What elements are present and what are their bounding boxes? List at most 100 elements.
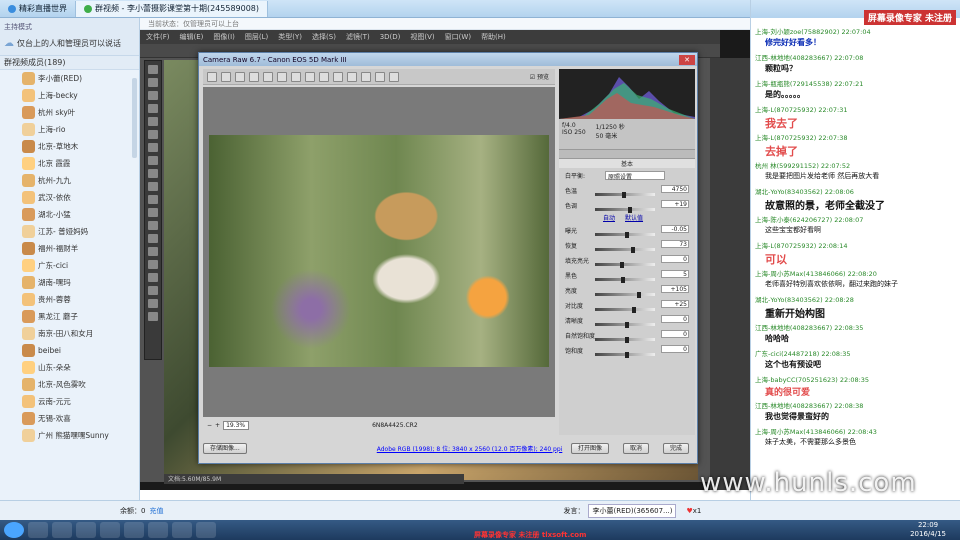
default-link[interactable]: 默认值 <box>625 213 643 223</box>
ps-menu-item[interactable]: 编辑(E) <box>180 32 204 42</box>
workflow-options-link[interactable]: Adobe RGB (1998); 8 位; 3840 x 2560 (12.0… <box>377 444 563 453</box>
done-button[interactable]: 完成 <box>662 442 689 454</box>
member-item[interactable]: 广东-cici <box>0 257 139 274</box>
hand-icon[interactable] <box>221 71 231 82</box>
zoom-tool-icon[interactable] <box>148 312 158 321</box>
slider-value[interactable]: 0 <box>661 330 689 338</box>
wand-tool-icon[interactable] <box>148 104 158 113</box>
slider-value[interactable]: 4750 <box>661 185 689 193</box>
eyedropper-tool-icon[interactable] <box>148 130 158 139</box>
ps-menu-item[interactable]: 视图(V) <box>410 32 434 42</box>
member-scrollbar[interactable] <box>132 78 137 158</box>
marquee-tool-icon[interactable] <box>148 78 158 87</box>
ps-menu-item[interactable]: 文件(F) <box>146 32 170 42</box>
member-item[interactable]: 无锡-欢喜 <box>0 410 139 427</box>
eraser-tool-icon[interactable] <box>148 195 158 204</box>
member-item[interactable]: 上海-becky <box>0 87 139 104</box>
member-item[interactable]: 南京-田八和女月 <box>0 325 139 342</box>
move-tool-icon[interactable] <box>148 65 158 74</box>
stamp-tool-icon[interactable] <box>148 169 158 178</box>
adjust-brush-icon[interactable] <box>333 71 343 82</box>
crop-tool-icon[interactable] <box>148 117 158 126</box>
member-item[interactable]: beibei <box>0 342 139 359</box>
member-item[interactable]: 黑龙江 蘑子 <box>0 308 139 325</box>
spot-removal-icon[interactable] <box>305 71 315 82</box>
tab-group-video[interactable]: 群视频 - 李小蕾摄影课堂第十期(245589008) <box>76 0 269 17</box>
slider-track[interactable] <box>595 308 655 311</box>
lasso-tool-icon[interactable] <box>148 91 158 100</box>
member-item[interactable]: 李小蕾(RED) <box>0 70 139 87</box>
ps-menu-item[interactable]: 类型(Y) <box>278 32 302 42</box>
red-eye-icon[interactable] <box>319 71 329 82</box>
member-item[interactable]: 云南-元元 <box>0 393 139 410</box>
slider-value[interactable]: +105 <box>661 285 689 293</box>
zoom-out-button[interactable]: − <box>207 422 212 429</box>
zoom-icon[interactable] <box>207 71 217 82</box>
path-tool-icon[interactable] <box>148 273 158 282</box>
slider-value[interactable]: 5 <box>661 270 689 278</box>
brush-tool-icon[interactable] <box>148 156 158 165</box>
rotate-right-icon[interactable] <box>389 71 399 82</box>
history-tool-icon[interactable] <box>148 182 158 191</box>
media-icon[interactable] <box>76 522 96 538</box>
slider-knob[interactable] <box>628 207 632 213</box>
zoom-in-button[interactable]: + <box>215 422 220 429</box>
member-item[interactable]: 福州-福财羊 <box>0 240 139 257</box>
member-item[interactable]: 杭州-九九 <box>0 172 139 189</box>
ps-menu-item[interactable]: 滤镜(T) <box>346 32 370 42</box>
ps-menu-item[interactable]: 帮助(H) <box>481 32 506 42</box>
start-icon[interactable] <box>4 522 24 538</box>
app-icon[interactable] <box>172 522 192 538</box>
folder-icon[interactable] <box>52 522 72 538</box>
member-item[interactable]: 上海-rio <box>0 121 139 138</box>
slider-track[interactable] <box>595 248 655 251</box>
member-item[interactable]: 北京-草地木 <box>0 138 139 155</box>
ps-menu-item[interactable]: 图层(L) <box>245 32 268 42</box>
member-item[interactable]: 武汉-依依 <box>0 189 139 206</box>
preferences-icon[interactable] <box>361 71 371 82</box>
browser-icon[interactable] <box>148 522 168 538</box>
slider-value[interactable]: -0.05 <box>661 225 689 233</box>
member-item[interactable]: 山东-朵朵 <box>0 359 139 376</box>
straighten-icon[interactable] <box>291 71 301 82</box>
pen-tool-icon[interactable] <box>148 247 158 256</box>
slider-value[interactable]: 0 <box>661 345 689 353</box>
slider-track[interactable] <box>595 293 655 296</box>
ps-menu-item[interactable]: 图像(I) <box>213 32 235 42</box>
slider-value[interactable]: +19 <box>661 200 689 208</box>
photoshop-icon[interactable] <box>196 522 216 538</box>
ie-icon[interactable] <box>28 522 48 538</box>
cancel-button[interactable]: 取消 <box>622 442 649 454</box>
close-icon[interactable]: ✕ <box>679 54 695 65</box>
color-sampler-icon[interactable] <box>249 71 259 82</box>
panel-tabs[interactable] <box>559 149 695 159</box>
member-item[interactable]: 湖北-小猛 <box>0 206 139 223</box>
tab-live-world[interactable]: 精彩直播世界 <box>0 0 76 17</box>
qq-icon[interactable] <box>100 522 120 538</box>
dodge-tool-icon[interactable] <box>148 234 158 243</box>
hand-tool-icon[interactable] <box>148 299 158 308</box>
graduated-filter-icon[interactable] <box>347 71 357 82</box>
target-adjust-icon[interactable] <box>263 71 273 82</box>
slider-track[interactable] <box>595 208 655 211</box>
shape-tool-icon[interactable] <box>148 286 158 295</box>
auto-link[interactable]: 自动 <box>603 213 615 223</box>
slider-value[interactable]: 0 <box>661 255 689 263</box>
member-item[interactable]: 杭州 sky叶 <box>0 104 139 121</box>
slider-value[interactable]: 0 <box>661 315 689 323</box>
save-image-button[interactable]: 存储图像... <box>203 442 247 454</box>
gradient-tool-icon[interactable] <box>148 208 158 217</box>
slider-value[interactable]: 73 <box>661 240 689 248</box>
type-tool-icon[interactable] <box>148 260 158 269</box>
member-item[interactable]: 北京 霞霞 <box>0 155 139 172</box>
ps-menu-item[interactable]: 窗口(W) <box>445 32 471 42</box>
iqiyi-icon[interactable] <box>124 522 144 538</box>
crop-icon[interactable] <box>277 71 287 82</box>
member-item[interactable]: 贵州-蓉蓉 <box>0 291 139 308</box>
ps-menu-item[interactable]: 选择(S) <box>312 32 336 42</box>
white-balance-icon[interactable] <box>235 71 245 82</box>
open-image-button[interactable]: 打开图像 <box>570 442 609 454</box>
member-item[interactable]: 北京-风色雾吹 <box>0 376 139 393</box>
member-item[interactable]: 湖南-嘿玛 <box>0 274 139 291</box>
preview-checkbox[interactable]: ☑ 预览 <box>530 72 549 81</box>
